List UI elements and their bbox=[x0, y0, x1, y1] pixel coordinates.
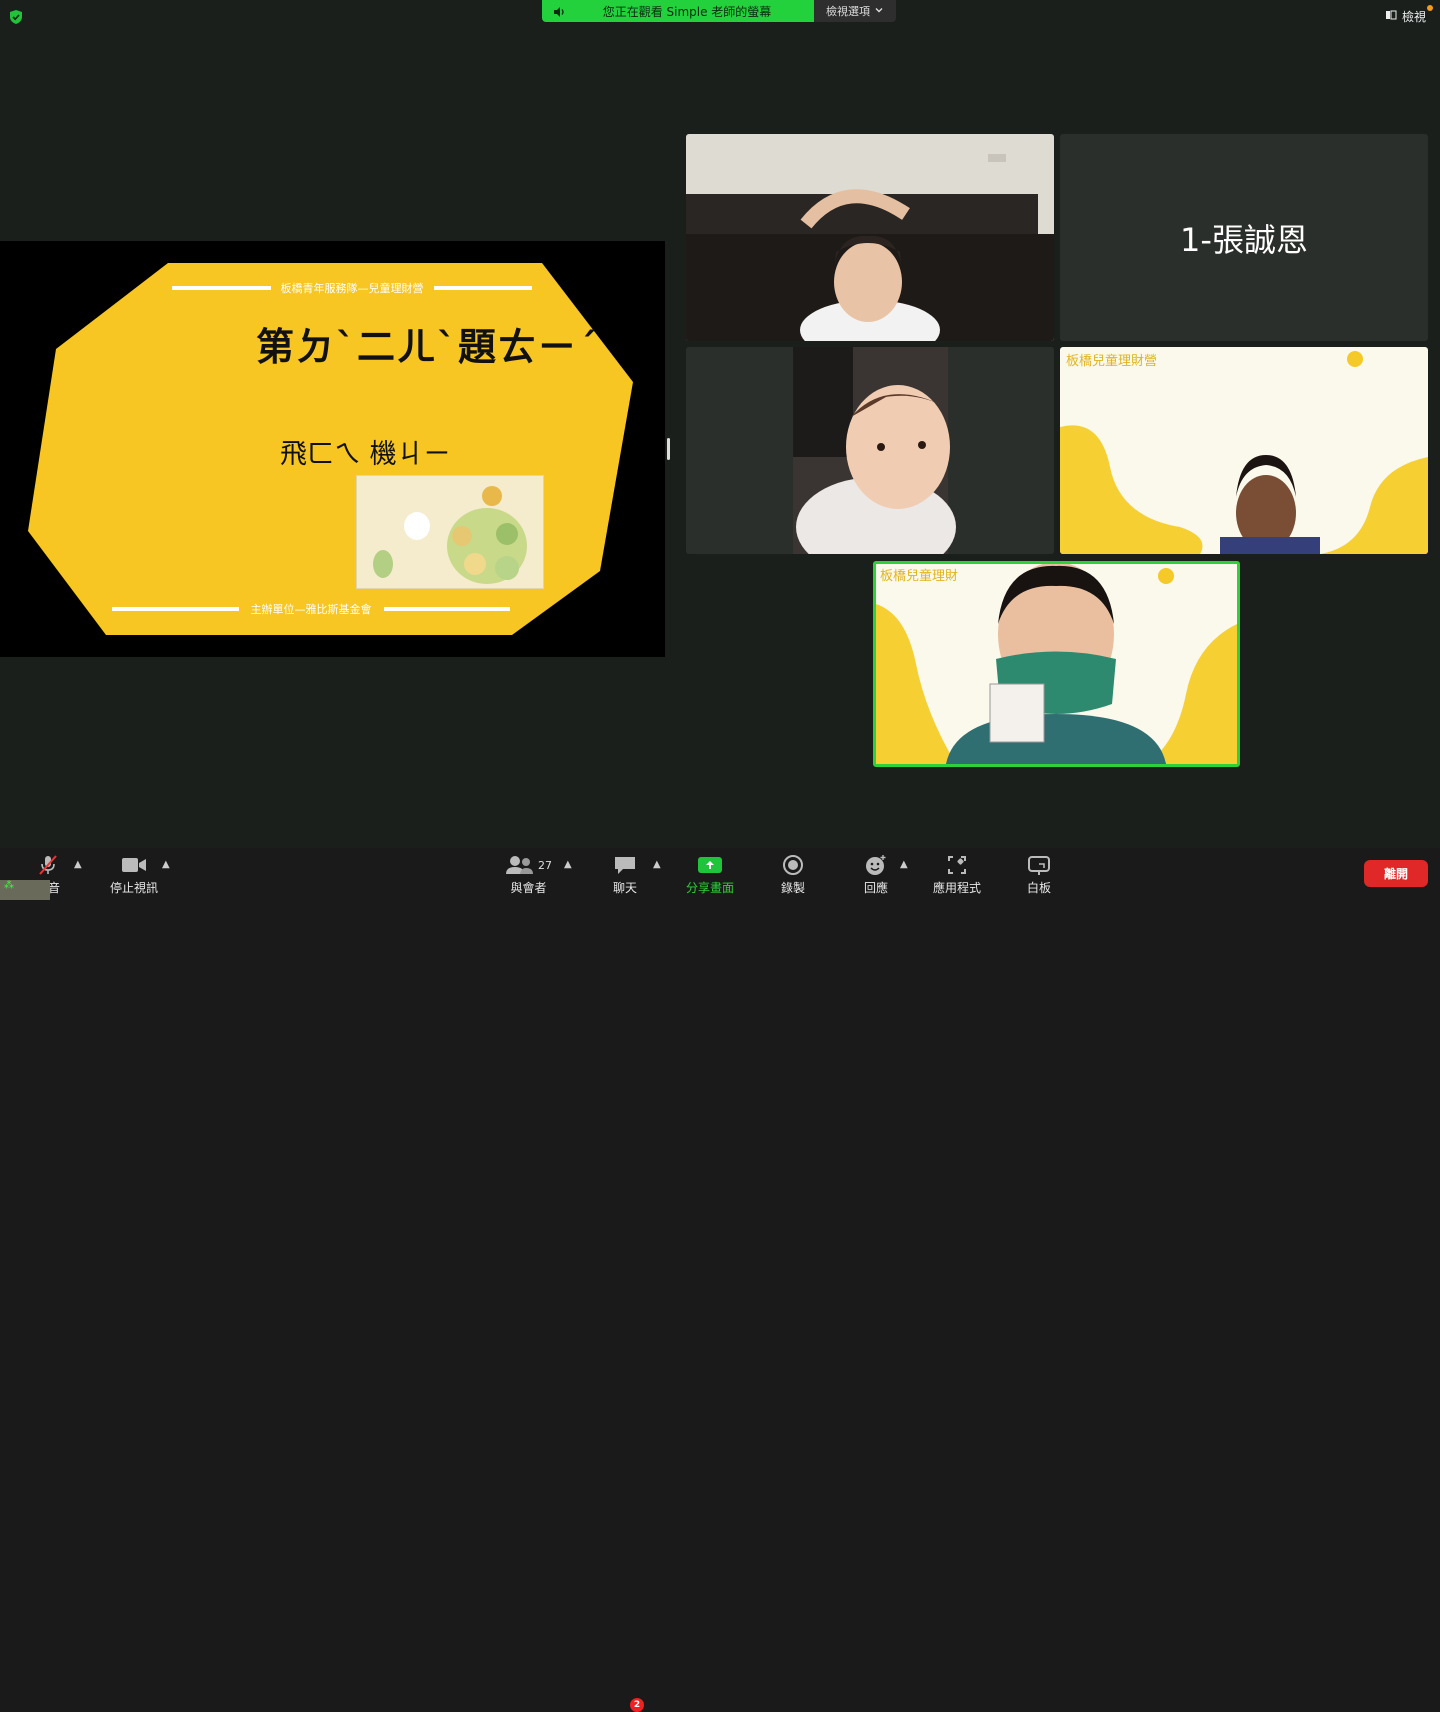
participants-label: 與會者 bbox=[510, 881, 547, 895]
share-screen-label: 分享畫面 bbox=[686, 881, 735, 895]
whiteboard-icon bbox=[1027, 854, 1051, 876]
apps-button[interactable]: 應用程式 bbox=[933, 854, 981, 896]
slide-footer: 主辦單位—雅比斯基金會 bbox=[112, 601, 510, 617]
microphone-muted-icon bbox=[36, 854, 60, 876]
view-options-button[interactable]: 檢視選項 bbox=[814, 0, 896, 22]
view-layout-icon bbox=[1385, 9, 1397, 24]
participant-count: 27 bbox=[538, 858, 552, 872]
meeting-stage: 您正在觀看 Simple 老師的螢幕 檢視選項 檢視 板橋青年服務隊—兒童理財營… bbox=[0, 0, 1440, 848]
view-options-label: 檢視選項 bbox=[826, 5, 870, 18]
stop-video-label: 停止視訊 bbox=[110, 881, 159, 895]
share-screen-button[interactable]: 分享畫面 bbox=[686, 854, 734, 896]
slide-footer-text: 主辦單位—雅比斯基金會 bbox=[250, 603, 372, 616]
mute-options-caret-icon[interactable]: ▲ bbox=[74, 859, 82, 870]
security-shield-icon[interactable] bbox=[8, 9, 24, 25]
video-feed bbox=[686, 347, 1054, 554]
footer-bar-right bbox=[383, 607, 510, 611]
view-button[interactable]: 檢視 bbox=[1385, 8, 1426, 25]
whiteboard-label: 白板 bbox=[1027, 881, 1052, 895]
reactions-caret-icon[interactable]: ▲ bbox=[900, 859, 908, 870]
chat-label: 聊天 bbox=[613, 881, 638, 895]
video-feed bbox=[686, 134, 1054, 341]
record-button[interactable]: 錄製 bbox=[781, 854, 805, 896]
slide-title: 第ㄉˋ二ㄦˋ題ㄊㄧˊ bbox=[256, 325, 600, 369]
reactions-label: 回應 bbox=[864, 881, 889, 895]
participant-video[interactable] bbox=[686, 134, 1054, 341]
minimized-thumbnail[interactable]: ⁂ bbox=[0, 880, 50, 900]
meeting-toolbar: 靜音 ▲ 停止視訊 ▲ 27 與會者 ▲ 聊天 2 ▲ 分享畫面 錄製 bbox=[0, 848, 1440, 1712]
emoji-icon bbox=[864, 854, 888, 876]
split-resize-handle[interactable] bbox=[667, 438, 670, 460]
viewing-banner: 您正在觀看 Simple 老師的螢幕 檢視選項 bbox=[542, 0, 896, 22]
footer-bar-left bbox=[112, 607, 239, 611]
participants-icon: 27 bbox=[505, 854, 552, 876]
stop-video-button[interactable]: 停止視訊 bbox=[110, 854, 158, 896]
slide-header: 板橋青年服務隊—兒童理財營 bbox=[172, 280, 532, 296]
chat-icon bbox=[613, 854, 637, 876]
active-speaker-video[interactable]: 板橋兒童理財 bbox=[873, 561, 1240, 767]
participant-name: 1-張誠恩 bbox=[1180, 220, 1308, 259]
video-camera-icon bbox=[121, 854, 147, 876]
background-label: 板橋兒童理財 bbox=[880, 568, 958, 584]
chat-badge: 2 bbox=[630, 1698, 644, 1712]
leave-button[interactable]: 離開 bbox=[1364, 860, 1428, 887]
participants-caret-icon[interactable]: ▲ bbox=[564, 859, 572, 870]
apps-label: 應用程式 bbox=[933, 881, 982, 895]
participant-video[interactable] bbox=[686, 347, 1054, 554]
notification-dot bbox=[1427, 5, 1433, 11]
viewing-text: 您正在觀看 Simple 老師的螢幕 bbox=[602, 4, 772, 19]
record-label: 錄製 bbox=[781, 881, 806, 895]
participant-video[interactable]: 板橋兒童理財營 bbox=[1060, 347, 1428, 554]
reactions-button[interactable]: 回應 bbox=[864, 854, 888, 896]
view-label: 檢視 bbox=[1401, 10, 1426, 24]
record-icon bbox=[782, 854, 804, 876]
video-options-caret-icon[interactable]: ▲ bbox=[162, 859, 170, 870]
chat-button[interactable]: 聊天 bbox=[613, 854, 637, 896]
apps-icon bbox=[946, 854, 968, 876]
background-label: 板橋兒童理財營 bbox=[1066, 353, 1157, 369]
slide-illustration bbox=[356, 475, 544, 589]
chat-caret-icon[interactable]: ▲ bbox=[653, 859, 661, 870]
whiteboard-button[interactable]: 白板 bbox=[1027, 854, 1051, 896]
speaker-icon bbox=[552, 4, 566, 23]
slide-word: 飛ㄈㄟ 機ㄐㄧ bbox=[280, 439, 451, 470]
video-feed: 板橋兒童理財 bbox=[876, 564, 1237, 764]
header-bar-right bbox=[433, 286, 532, 290]
video-feed: 板橋兒童理財營 bbox=[1060, 347, 1428, 554]
participant-name-tile[interactable]: 1-張誠恩 bbox=[1060, 134, 1428, 341]
slide-header-text: 板橋青年服務隊—兒童理財營 bbox=[280, 282, 424, 295]
share-screen-icon bbox=[697, 854, 723, 876]
participants-button[interactable]: 27 與會者 bbox=[505, 854, 552, 896]
chevron-down-icon bbox=[874, 5, 884, 18]
header-bar-left bbox=[172, 286, 271, 290]
viewing-status: 您正在觀看 Simple 老師的螢幕 bbox=[542, 0, 814, 22]
